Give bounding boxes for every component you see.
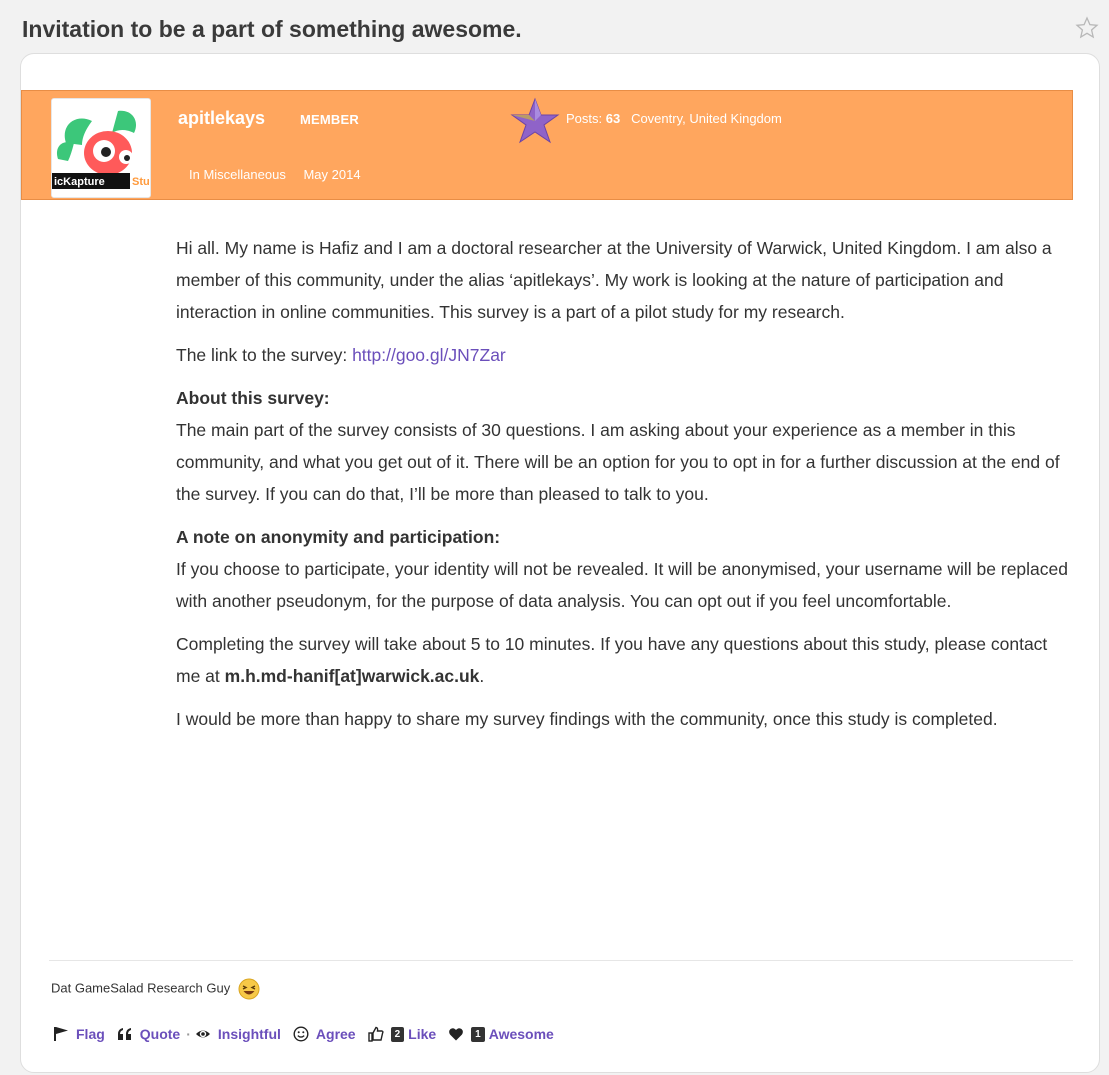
agree-label: Agree <box>315 1026 356 1042</box>
insightful-button[interactable]: Insightful <box>195 1026 281 1042</box>
signature-divider <box>49 960 1073 961</box>
posts-count: 63 <box>605 111 621 126</box>
awesome-button[interactable]: 1 Awesome <box>448 1026 554 1042</box>
body-paragraph-anonymity: A note on anonymity and participation: I… <box>176 521 1076 617</box>
awesome-count: 1 <box>471 1026 485 1042</box>
complete-end: . <box>479 666 485 686</box>
role-badge: MEMBER <box>300 112 359 127</box>
about-heading: About this survey: <box>176 388 330 408</box>
anonymity-heading: A note on anonymity and participation: <box>176 527 501 547</box>
eye-icon <box>195 1030 210 1038</box>
flag-button[interactable]: Flag <box>53 1026 105 1042</box>
reaction-bar: Flag Quote · Insightful Agree 2 Like 1 A… <box>53 1026 566 1042</box>
like-button[interactable]: 2 Like <box>367 1026 437 1042</box>
insightful-label: Insightful <box>217 1026 281 1042</box>
rank-star-icon <box>510 97 560 144</box>
quote-label: Quote <box>139 1026 181 1042</box>
thumbs-up-icon <box>367 1026 384 1042</box>
avatar-text-b: Stu <box>132 176 150 188</box>
posts-label: Posts: <box>566 111 603 126</box>
bookmark-star-icon[interactable] <box>1075 16 1099 40</box>
about-text: The main part of the survey consists of … <box>176 420 1060 504</box>
post-date: May 2014 <box>303 167 361 182</box>
thread-title: Invitation to be a part of something awe… <box>22 16 522 42</box>
author-location: Coventry, United Kingdom <box>631 111 782 126</box>
author-name-link[interactable]: apitlekays <box>178 108 265 129</box>
body-paragraph-closing: I would be more than happy to share my s… <box>176 709 998 729</box>
avatar-text-a: icKapture <box>54 176 105 188</box>
survey-link[interactable]: http://goo.gl/JN7Zar <box>352 345 506 365</box>
agree-button[interactable]: Agree <box>293 1026 356 1042</box>
quote-icon <box>117 1028 131 1040</box>
flag-label: Flag <box>76 1026 105 1042</box>
author-stats: Posts: 63 Coventry, United Kingdom <box>566 111 782 126</box>
post-body: Hi all. My name is Hafiz and I am a doct… <box>176 232 1076 746</box>
body-paragraph-link: The link to the survey: http://goo.gl/JN… <box>176 339 1076 371</box>
link-label: The link to the survey: <box>176 345 353 365</box>
separator-dot: · <box>186 1026 191 1042</box>
signature: Dat GameSalad Research Guy <box>51 978 260 1000</box>
body-paragraph-about: About this survey: The main part of the … <box>176 382 1076 510</box>
avatar[interactable]: icKapture Stu <box>51 98 151 198</box>
post-card: icKapture Stu apitlekays MEMBER Posts: 6… <box>20 53 1100 1073</box>
body-paragraph-complete: Completing the survey will take about 5 … <box>176 628 1076 692</box>
signature-text: Dat GameSalad Research Guy <box>51 980 231 996</box>
like-count: 2 <box>390 1026 405 1042</box>
body-paragraph-intro: Hi all. My name is Hafiz and I am a doct… <box>176 238 1052 322</box>
smiley-icon <box>293 1026 309 1042</box>
quote-button[interactable]: Quote <box>117 1026 180 1042</box>
awesome-label: Awesome <box>488 1026 554 1042</box>
heart-icon <box>449 1028 464 1041</box>
anonymity-text: If you choose to participate, your ident… <box>176 559 1068 611</box>
contact-email: m.h.md-hanif[at]warwick.ac.uk <box>224 666 480 686</box>
laughing-emoji-icon <box>238 978 260 1000</box>
post-category-link[interactable]: In Miscellaneous <box>189 167 286 182</box>
post-meta: In Miscellaneous May 2014 <box>189 167 375 182</box>
author-bar: icKapture Stu apitlekays MEMBER Posts: 6… <box>21 90 1073 200</box>
like-label: Like <box>408 1026 437 1042</box>
flag-icon <box>54 1027 68 1041</box>
